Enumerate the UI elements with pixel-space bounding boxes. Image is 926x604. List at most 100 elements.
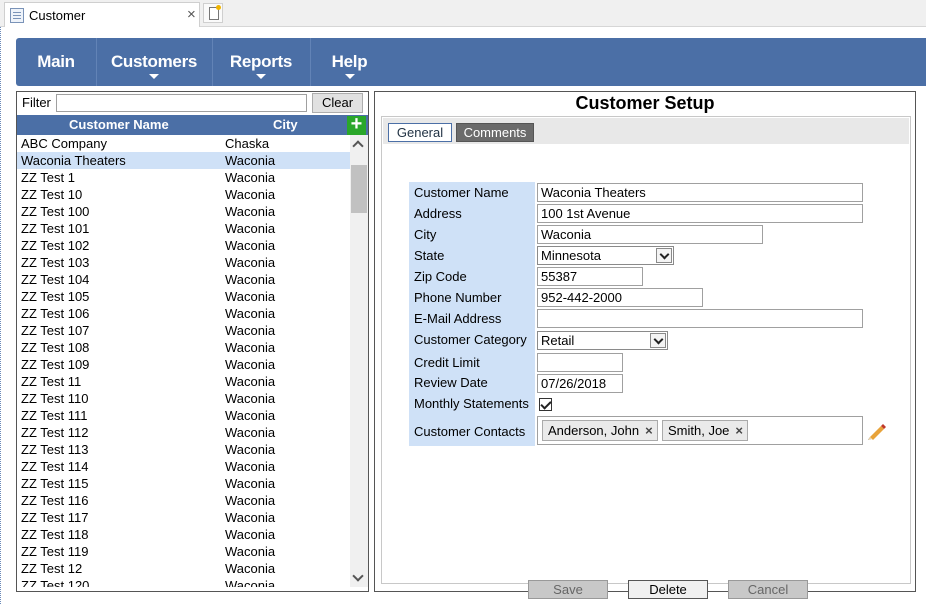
column-header-city[interactable]: City: [273, 117, 298, 132]
nav-item-main[interactable]: Main: [16, 38, 96, 86]
list-item[interactable]: ZZ Test 105 Waconia: [17, 288, 350, 305]
city-cell: Waconia: [225, 357, 276, 372]
list-item[interactable]: ZZ Test 11 Waconia: [17, 373, 350, 390]
list-item[interactable]: ZZ Test 117 Waconia: [17, 509, 350, 526]
scrollbar-thumb[interactable]: [351, 165, 367, 213]
monthly-statements-checkbox[interactable]: [539, 398, 552, 411]
customer-name-cell: ZZ Test 107: [21, 323, 90, 338]
review-date-field[interactable]: 07/26/2018: [537, 374, 623, 393]
customer-name-cell: ZZ Test 115: [21, 476, 89, 491]
chevron-down-icon: [650, 333, 666, 348]
filter-label: Filter: [22, 95, 51, 110]
customer-contacts-field[interactable]: Anderson, John × Smith, Joe ×: [537, 416, 863, 445]
list-item[interactable]: ZZ Test 104 Waconia: [17, 271, 350, 288]
state-select[interactable]: Minnesota: [537, 246, 674, 265]
list-item[interactable]: ZZ Test 103 Waconia: [17, 254, 350, 271]
chevron-up-icon: [352, 140, 364, 152]
city-cell: Waconia: [225, 255, 276, 270]
address-label: Address: [414, 206, 462, 221]
city-cell: Chaska: [225, 136, 270, 151]
credit-limit-field[interactable]: [537, 353, 623, 372]
customer-name-field[interactable]: Waconia Theaters: [537, 183, 863, 202]
city-field[interactable]: Waconia: [537, 225, 763, 244]
dropdown-caret-icon: [344, 74, 355, 79]
tab-comments[interactable]: Comments: [456, 123, 534, 142]
list-item[interactable]: ZZ Test 119 Waconia: [17, 543, 350, 560]
delete-button[interactable]: Delete: [628, 580, 708, 599]
zip-code-label: Zip Code: [414, 269, 467, 284]
nav-item-reports[interactable]: Reports: [213, 38, 309, 86]
document-icon: [10, 8, 24, 23]
cancel-button[interactable]: Cancel: [728, 580, 808, 599]
new-tab-icon: [209, 5, 221, 20]
scroll-up-button[interactable]: [350, 135, 368, 152]
customer-name-cell: ZZ Test 118: [21, 527, 89, 542]
nav-item-help[interactable]: Help: [311, 38, 388, 86]
list-item[interactable]: Waconia Theaters Waconia: [17, 152, 350, 169]
list-item[interactable]: ZZ Test 113 Waconia: [17, 441, 350, 458]
list-item[interactable]: ZZ Test 102 Waconia: [17, 237, 350, 254]
filter-input[interactable]: [56, 94, 307, 112]
city-cell: Waconia: [225, 527, 276, 542]
city-cell: Waconia: [225, 170, 276, 185]
list-item[interactable]: ZZ Test 10 Waconia: [17, 186, 350, 203]
list-item[interactable]: ZZ Test 100 Waconia: [17, 203, 350, 220]
city-cell: Waconia: [225, 153, 276, 168]
remove-contact-icon[interactable]: ×: [735, 423, 743, 438]
list-item[interactable]: ZZ Test 106 Waconia: [17, 305, 350, 322]
customer-name-cell: ZZ Test 103: [21, 255, 90, 270]
list-item[interactable]: ZZ Test 107 Waconia: [17, 322, 350, 339]
nav-item-label: Reports: [229, 52, 293, 71]
customer-name-cell: ZZ Test 104: [21, 272, 90, 287]
list-item[interactable]: ZZ Test 114 Waconia: [17, 458, 350, 475]
list-header: Customer Name City +: [17, 114, 368, 135]
remove-contact-icon[interactable]: ×: [645, 423, 653, 438]
customer-name-cell: ZZ Test 114: [21, 459, 89, 474]
city-label: City: [414, 227, 437, 242]
email-field[interactable]: [537, 309, 863, 328]
close-tab-icon[interactable]: ×: [187, 6, 196, 23]
nav-item-customers[interactable]: Customers: [97, 38, 211, 86]
customer-category-select[interactable]: Retail: [537, 331, 668, 350]
list-item[interactable]: ZZ Test 118 Waconia: [17, 526, 350, 543]
customer-name-cell: ZZ Test 119: [21, 544, 89, 559]
list-item[interactable]: ZZ Test 101 Waconia: [17, 220, 350, 237]
column-header-customer-name[interactable]: Customer Name: [69, 117, 169, 132]
list-item[interactable]: ABC Company Chaska: [17, 135, 350, 152]
contact-chip: Smith, Joe ×: [662, 420, 749, 441]
city-cell: Waconia: [225, 238, 276, 253]
list-item[interactable]: ZZ Test 116 Waconia: [17, 492, 350, 509]
list-item[interactable]: ZZ Test 110 Waconia: [17, 390, 350, 407]
list-item[interactable]: ZZ Test 112 Waconia: [17, 424, 350, 441]
list-item[interactable]: ZZ Test 12 Waconia: [17, 560, 350, 577]
clear-filter-button[interactable]: Clear: [312, 93, 363, 113]
customer-name-cell: ZZ Test 11: [21, 374, 82, 389]
list-item[interactable]: ZZ Test 115 Waconia: [17, 475, 350, 492]
city-cell: Waconia: [225, 459, 276, 474]
add-customer-button[interactable]: +: [347, 114, 366, 135]
tab-general[interactable]: General: [388, 123, 452, 142]
city-cell: Waconia: [225, 476, 276, 491]
customer-name-cell: ZZ Test 1: [21, 170, 75, 185]
list-scrollbar[interactable]: [350, 135, 368, 587]
new-tab-button[interactable]: [203, 3, 223, 23]
phone-number-field[interactable]: 952-442-2000: [537, 288, 703, 307]
list-item[interactable]: ZZ Test 111 Waconia: [17, 407, 350, 424]
pencil-icon[interactable]: [866, 419, 888, 441]
list-item[interactable]: ZZ Test 120 Waconia: [17, 577, 350, 587]
address-field[interactable]: 100 1st Avenue: [537, 204, 863, 223]
list-item[interactable]: ZZ Test 1 Waconia: [17, 169, 350, 186]
setup-tabs: General Comments: [383, 118, 909, 144]
browser-tab-customer[interactable]: Customer ×: [4, 2, 200, 27]
browser-tab-strip: Customer ×: [0, 0, 926, 27]
zip-code-field[interactable]: 55387: [537, 267, 643, 286]
customer-name-cell: ZZ Test 109: [21, 357, 90, 372]
category-select-value: Retail: [541, 333, 575, 348]
scroll-down-button[interactable]: [350, 570, 368, 587]
list-item[interactable]: ZZ Test 108 Waconia: [17, 339, 350, 356]
chevron-down-icon: [656, 248, 672, 263]
save-button[interactable]: Save: [528, 580, 608, 599]
state-select-value: Minnesota: [541, 248, 601, 263]
list-item[interactable]: ZZ Test 109 Waconia: [17, 356, 350, 373]
city-cell: Waconia: [225, 544, 276, 559]
